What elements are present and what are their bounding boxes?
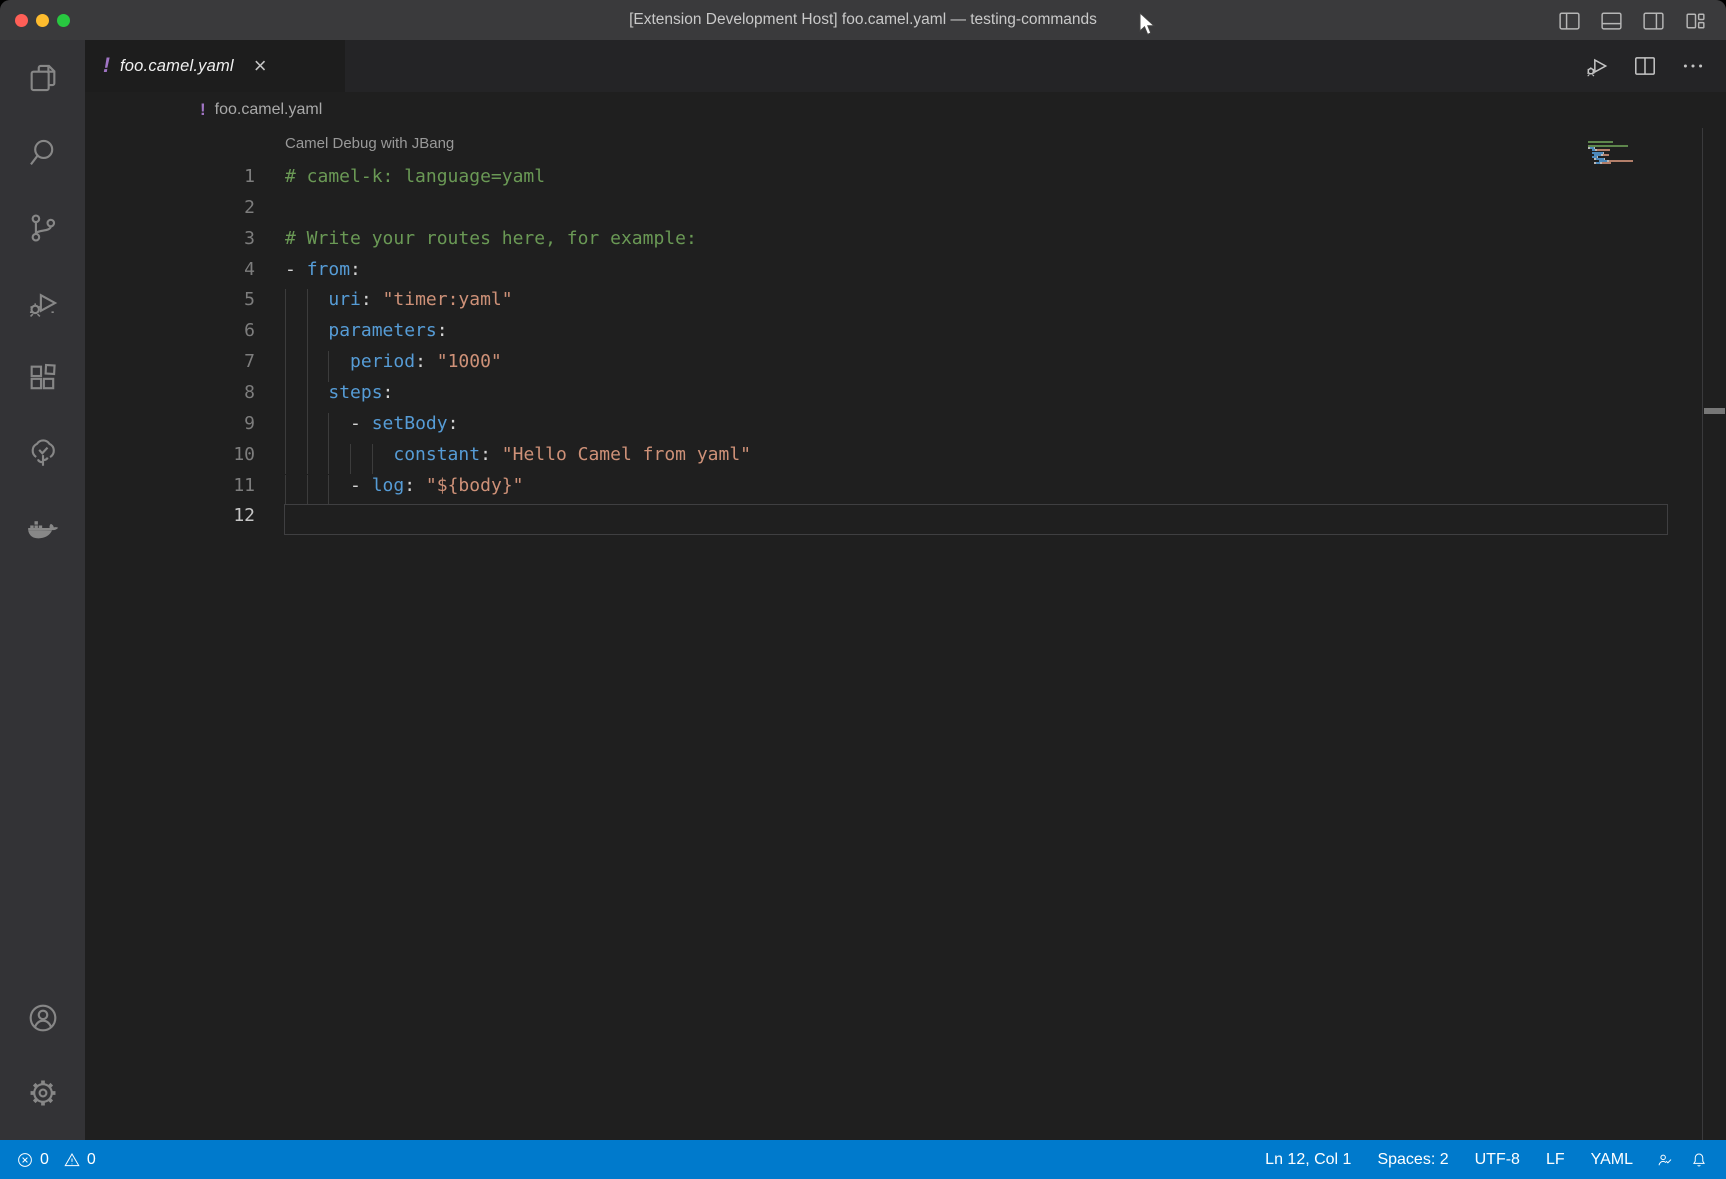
- sidebar-item-docker[interactable]: [0, 490, 85, 565]
- zoom-window-button[interactable]: [57, 14, 70, 27]
- feedback-icon: [1656, 1151, 1674, 1169]
- warning-count: 0: [87, 1151, 96, 1169]
- line-number: 1: [85, 166, 255, 187]
- breadcrumb[interactable]: ! foo.camel.yaml: [85, 92, 1726, 128]
- line-number: 11: [85, 475, 255, 496]
- tab-close-icon[interactable]: ×: [254, 55, 267, 77]
- line-number: 2: [85, 197, 255, 218]
- status-bar: 0 0 Ln 12, Col 1 Spaces: 2 UTF-8 LF YAML: [0, 1140, 1726, 1179]
- titlebar[interactable]: [Extension Development Host] foo.camel.y…: [0, 0, 1726, 40]
- more-actions-icon[interactable]: [1680, 53, 1706, 79]
- line-number: 8: [85, 382, 255, 403]
- code-line[interactable]: 1 # camel-k: language=yaml: [85, 166, 1586, 197]
- minimap[interactable]: [1583, 128, 1702, 1140]
- sidebar-item-explorer[interactable]: [0, 40, 85, 115]
- line-number: 12: [85, 505, 255, 526]
- code-line[interactable]: 9 - setBody:: [85, 413, 1586, 444]
- notifications-button[interactable]: [1684, 1151, 1714, 1169]
- window-controls: [15, 14, 70, 27]
- code-line[interactable]: 5 uri: "timer:yaml": [85, 289, 1586, 320]
- code-line[interactable]: 7 period: "1000": [85, 351, 1586, 382]
- code-line[interactable]: 3 # Write your routes here, for example:: [85, 228, 1586, 259]
- line-number: 3: [85, 228, 255, 249]
- toggle-secondary-sidebar-icon[interactable]: [1641, 8, 1666, 33]
- warning-icon: [63, 1151, 81, 1169]
- line-number: 6: [85, 320, 255, 341]
- overview-cursor-marker: [1704, 408, 1725, 414]
- line-number: 7: [85, 351, 255, 372]
- code-text: period: "1000": [285, 351, 502, 372]
- code-line[interactable]: 8 steps:: [85, 382, 1586, 413]
- split-editor-icon[interactable]: [1632, 53, 1658, 79]
- code-line[interactable]: 6 parameters:: [85, 320, 1586, 351]
- breadcrumb-file-label[interactable]: foo.camel.yaml: [215, 101, 323, 119]
- sidebar-item-run-and-debug[interactable]: [0, 265, 85, 340]
- tree-check-icon: [26, 436, 60, 470]
- window-title: [Extension Development Host] foo.camel.y…: [0, 11, 1726, 29]
- line-number: 10: [85, 444, 255, 465]
- vscode-window: [Extension Development Host] foo.camel.y…: [0, 0, 1726, 1179]
- eol-status[interactable]: LF: [1533, 1151, 1578, 1169]
- feedback-button[interactable]: [1646, 1151, 1684, 1169]
- tab-label: foo.camel.yaml: [120, 57, 234, 76]
- code-text: - log: "${body}": [285, 475, 523, 496]
- code-text: constant: "Hello Camel from yaml": [285, 444, 751, 465]
- mouse-cursor: [1138, 12, 1160, 38]
- close-window-button[interactable]: [15, 14, 28, 27]
- run-or-debug-icon[interactable]: [1584, 53, 1610, 79]
- code-text: - setBody:: [285, 413, 458, 434]
- code-line[interactable]: 4 - from:: [85, 259, 1586, 290]
- code-text: parameters:: [285, 320, 448, 341]
- line-number: 9: [85, 413, 255, 434]
- code-line[interactable]: 11 - log: "${body}": [85, 475, 1586, 506]
- debug-alt-icon: [26, 286, 60, 320]
- language-mode-status[interactable]: YAML: [1578, 1151, 1646, 1169]
- line-number: 4: [85, 259, 255, 280]
- toggle-panel-icon[interactable]: [1599, 8, 1624, 33]
- yaml-file-icon: !: [200, 100, 206, 120]
- settings-button[interactable]: [0, 1055, 85, 1130]
- tab-bar: ! foo.camel.yaml ×: [85, 40, 1726, 92]
- code-text: steps:: [285, 382, 393, 403]
- customize-layout-icon[interactable]: [1683, 8, 1708, 33]
- error-count: 0: [40, 1151, 49, 1169]
- toggle-primary-sidebar-icon[interactable]: [1557, 8, 1582, 33]
- docker-whale-icon: [26, 511, 60, 545]
- error-icon: [16, 1151, 34, 1169]
- line-number: 5: [85, 289, 255, 310]
- code-editor[interactable]: Camel Debug with JBang 1 # camel-k: langu…: [85, 128, 1726, 1140]
- minimap-line: [1588, 162, 1611, 164]
- codelens-camel-debug[interactable]: Camel Debug with JBang: [285, 135, 454, 152]
- code-line[interactable]: 2: [85, 197, 1586, 228]
- code-text: # Write your routes here, for example:: [285, 228, 697, 249]
- code-text: - from:: [285, 259, 361, 280]
- sidebar-item-testing-tree[interactable]: [0, 415, 85, 490]
- code-text: # camel-k: language=yaml: [285, 166, 545, 187]
- tab-foo-camel-yaml[interactable]: ! foo.camel.yaml ×: [85, 40, 345, 92]
- extensions-icon: [26, 361, 60, 395]
- minimap-line: [1588, 141, 1613, 143]
- bell-icon: [1690, 1151, 1708, 1169]
- gear-icon: [26, 1076, 60, 1110]
- problems-status[interactable]: 0 0: [12, 1151, 100, 1169]
- code-text: uri: "timer:yaml": [285, 289, 513, 310]
- yaml-file-icon: !: [103, 54, 110, 78]
- files-icon: [26, 61, 60, 95]
- minimize-window-button[interactable]: [36, 14, 49, 27]
- encoding-status[interactable]: UTF-8: [1462, 1151, 1533, 1169]
- git-branch-icon: [26, 211, 60, 245]
- current-line-highlight: [284, 504, 1668, 535]
- sidebar-item-source-control[interactable]: [0, 190, 85, 265]
- indentation-status[interactable]: Spaces: 2: [1364, 1151, 1461, 1169]
- account-button[interactable]: [0, 980, 85, 1055]
- code-line[interactable]: 10 constant: "Hello Camel from yaml": [85, 444, 1586, 475]
- activity-bar: [0, 40, 85, 1140]
- overview-ruler-scrollbar[interactable]: [1702, 128, 1726, 1140]
- cursor-position-status[interactable]: Ln 12, Col 1: [1252, 1151, 1364, 1169]
- search-icon: [26, 136, 60, 170]
- account-icon: [26, 1001, 60, 1035]
- sidebar-item-extensions[interactable]: [0, 340, 85, 415]
- sidebar-item-search[interactable]: [0, 115, 85, 190]
